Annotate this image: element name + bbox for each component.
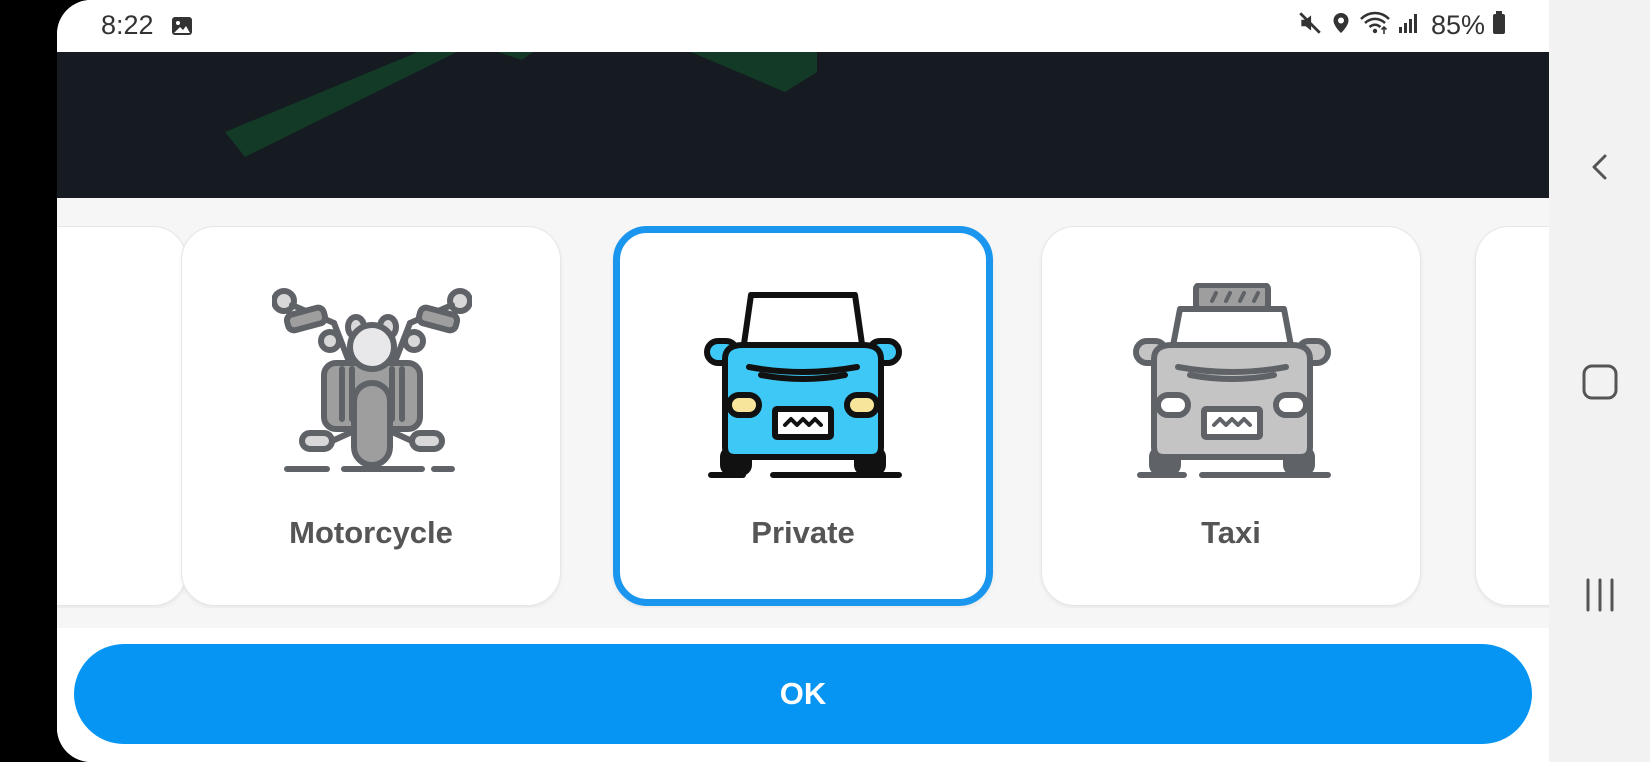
vehicle-card-partial-left[interactable] bbox=[57, 226, 187, 606]
status-bar: 8:22 85% bbox=[57, 0, 1549, 52]
battery-percentage: 85% bbox=[1430, 10, 1485, 40]
battery-icon bbox=[1491, 10, 1507, 41]
status-icons: 85% bbox=[1297, 10, 1507, 41]
ok-button[interactable]: OK bbox=[74, 644, 1532, 744]
motorcycle-icon bbox=[271, 283, 473, 483]
vehicle-carousel[interactable]: Motorcycle Private Taxi bbox=[57, 226, 1549, 608]
bottom-action-bar: OK bbox=[57, 628, 1549, 762]
map-road bbox=[497, 52, 534, 60]
vehicle-card-motorcycle[interactable]: Motorcycle bbox=[181, 226, 561, 606]
vehicle-selector-sheet: Motorcycle Private Taxi bbox=[57, 198, 1549, 628]
back-icon[interactable] bbox=[1575, 142, 1625, 192]
map-view[interactable] bbox=[57, 52, 1549, 198]
status-time: 8:22 bbox=[101, 10, 154, 40]
map-road bbox=[690, 52, 817, 92]
vehicle-card-label: Motorcycle bbox=[289, 515, 453, 550]
taxi-icon bbox=[1132, 282, 1332, 483]
vehicle-card-partial-right[interactable] bbox=[1475, 226, 1549, 606]
car-icon bbox=[703, 283, 903, 483]
home-icon[interactable] bbox=[1575, 357, 1625, 407]
vehicle-card-label: Private bbox=[751, 515, 855, 550]
recents-icon[interactable] bbox=[1575, 570, 1625, 620]
location-icon bbox=[1329, 10, 1353, 41]
gallery-icon bbox=[170, 14, 194, 43]
system-navigation-bar bbox=[1549, 0, 1650, 762]
map-road bbox=[225, 52, 457, 157]
wifi-icon bbox=[1359, 10, 1391, 41]
app-screen: 8:22 85% Motorcycle Private Taxi OK bbox=[57, 0, 1549, 762]
vehicle-card-label: Taxi bbox=[1201, 515, 1261, 550]
signal-icon bbox=[1397, 11, 1421, 40]
vehicle-card-private[interactable]: Private bbox=[613, 226, 993, 606]
vehicle-card-taxi[interactable]: Taxi bbox=[1041, 226, 1421, 606]
mute-icon bbox=[1297, 10, 1323, 41]
